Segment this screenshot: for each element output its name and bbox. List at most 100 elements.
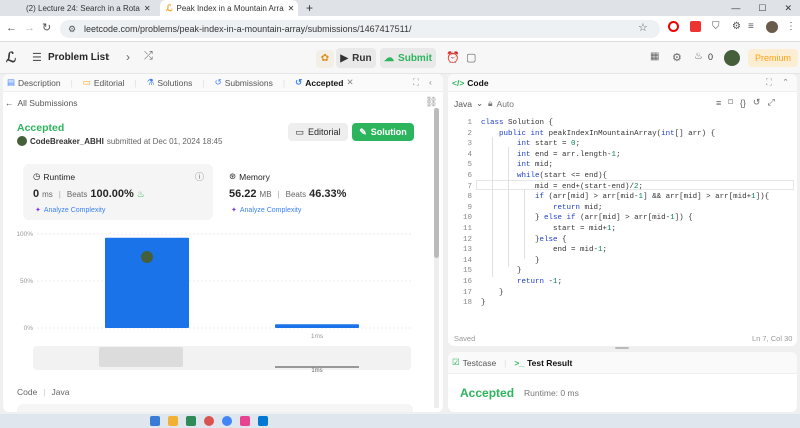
code-line[interactable]: class Solution { bbox=[481, 118, 553, 129]
analyze-complexity-link[interactable]: ✦ Analyze Complexity bbox=[35, 206, 105, 215]
username-link[interactable]: CodeBreaker_ABHI bbox=[30, 137, 104, 146]
tab-editorial[interactable]: ▭ Editorial bbox=[83, 77, 125, 88]
notes-icon[interactable]: ▢ bbox=[466, 51, 476, 64]
code-line[interactable]: return -1; bbox=[481, 277, 562, 288]
analyze-complexity-link[interactable]: ✦ Analyze Complexity bbox=[231, 206, 301, 215]
left-scrollbar-thumb[interactable] bbox=[434, 108, 439, 258]
close-tab-icon[interactable]: ✕ bbox=[346, 77, 353, 88]
taskbar-app-icon[interactable] bbox=[204, 416, 214, 426]
opera-extension-icon[interactable] bbox=[668, 21, 679, 32]
code-line[interactable]: } bbox=[481, 298, 486, 309]
timer-icon[interactable]: ⏰ bbox=[446, 51, 460, 64]
site-info-icon[interactable]: ⚙ bbox=[68, 20, 76, 38]
minimize-icon[interactable]: — bbox=[731, 3, 740, 13]
collapse-panel-icon[interactable]: ⌃ bbox=[782, 77, 789, 88]
shuffle-icon[interactable]: ⤮ bbox=[144, 50, 153, 63]
close-tab-icon[interactable]: ✕ bbox=[144, 4, 151, 13]
close-tab-icon[interactable]: ✕ bbox=[288, 4, 295, 13]
bookmark-icon[interactable]: ⌑ bbox=[728, 97, 733, 108]
taskbar-app-icon[interactable] bbox=[222, 416, 232, 426]
next-problem-icon[interactable]: › bbox=[126, 50, 130, 64]
close-window-icon[interactable]: ✕ bbox=[784, 3, 792, 14]
code-area[interactable]: 1 class Solution {2 public int peakIndexI… bbox=[448, 116, 797, 316]
reset-icon[interactable]: ↺ bbox=[753, 97, 761, 108]
reading-list-icon[interactable]: ≡ bbox=[748, 21, 754, 32]
taskbar-app-icon[interactable] bbox=[150, 416, 160, 426]
editorial-button[interactable]: ▭ Editorial bbox=[288, 123, 348, 141]
run-button[interactable]: ▶ Run bbox=[336, 48, 376, 68]
code-line[interactable]: return mid; bbox=[481, 203, 603, 214]
debug-icon[interactable]: ✿ bbox=[316, 50, 334, 68]
tab-testcase[interactable]: ☑ Testcase bbox=[452, 357, 496, 368]
profile-avatar[interactable] bbox=[766, 21, 778, 33]
taskbar-app-icon[interactable] bbox=[186, 416, 196, 426]
solution-button[interactable]: ✎ Solution bbox=[352, 123, 414, 141]
shield-icon[interactable]: ⛉ bbox=[712, 21, 720, 32]
format-icon[interactable]: ≡ bbox=[716, 98, 721, 108]
code-line[interactable]: start = mid+1; bbox=[481, 224, 616, 235]
code-line[interactable]: }else { bbox=[481, 235, 567, 246]
tab-accepted[interactable]: ↺ Accepted ✕ bbox=[295, 77, 354, 88]
book-icon: ▭ bbox=[295, 126, 304, 137]
code-line[interactable]: int start = 0; bbox=[481, 139, 580, 150]
extension-icon[interactable] bbox=[690, 21, 701, 32]
settings-icon[interactable]: ⚙ bbox=[672, 51, 682, 64]
divider: | bbox=[277, 189, 280, 199]
tab-code[interactable]: </> Code bbox=[452, 78, 489, 88]
code-line[interactable]: if (arr[mid] > arr[mid-1] && arr[mid] > … bbox=[481, 192, 769, 203]
tab-test-result[interactable]: >_ Test Result bbox=[514, 358, 572, 368]
share-link-icon[interactable]: ⛓ bbox=[425, 97, 438, 108]
submit-button[interactable]: ☁ Submit bbox=[380, 48, 436, 68]
forward-icon[interactable]: → bbox=[24, 22, 35, 34]
code-line[interactable]: int mid; bbox=[481, 160, 553, 171]
leetcode-header: ℒ ☰ Problem List ‹ › ⤮ ✿ ▶ Run ☁ Submit … bbox=[0, 42, 800, 74]
tab-description[interactable]: ▤ Description bbox=[7, 77, 61, 88]
layout-icon[interactable]: ▦ bbox=[650, 51, 659, 62]
taskbar-app-icon[interactable] bbox=[240, 416, 250, 426]
leetcode-logo-icon[interactable]: ℒ bbox=[6, 49, 16, 66]
panel-resize-handle[interactable] bbox=[615, 347, 629, 349]
line-number: 8 bbox=[467, 193, 472, 202]
user-avatar[interactable] bbox=[724, 50, 740, 66]
all-submissions-link[interactable]: ← All Submissions bbox=[5, 98, 78, 108]
new-tab-button[interactable]: + bbox=[300, 0, 316, 16]
runtime-card[interactable]: ◷ Runtime ⓘ 0 ms | Beats 100.00% ♨ ✦ Analy… bbox=[23, 164, 213, 220]
language-select[interactable]: Java ⌄ bbox=[454, 98, 483, 109]
menu-icon[interactable]: ⋮ bbox=[786, 21, 796, 32]
os-taskbar bbox=[0, 414, 800, 428]
user-avatar[interactable] bbox=[17, 136, 27, 146]
browser-tab-youtube[interactable]: (2) Lecture 24: Search in a Rota ✕ bbox=[16, 0, 156, 16]
code-line[interactable]: } else if (arr[mid] > arr[mid-1]) { bbox=[481, 213, 693, 224]
autocomplete-mode[interactable]: 🔒︎ Auto bbox=[488, 98, 514, 109]
extensions-icon[interactable]: ⚙ bbox=[732, 21, 741, 32]
url-input[interactable]: ⚙ leetcode.com/problems/peak-index-in-a-… bbox=[60, 20, 660, 38]
collapse-panel-icon[interactable]: ‹ bbox=[429, 77, 432, 87]
code-line[interactable]: while(start <= end){ bbox=[481, 171, 607, 182]
maximize-panel-icon[interactable]: ⛶ bbox=[766, 77, 772, 88]
code-line[interactable]: } bbox=[481, 256, 540, 267]
maximize-panel-icon[interactable]: ⛶ bbox=[413, 77, 419, 88]
left-scrollbar-track[interactable] bbox=[434, 108, 439, 408]
braces-icon[interactable]: {} bbox=[740, 98, 746, 108]
code-line[interactable]: int end = arr.length-1; bbox=[481, 150, 621, 161]
reload-icon[interactable]: ↻ bbox=[42, 21, 51, 34]
problem-list-link[interactable]: Problem List bbox=[48, 52, 109, 63]
tab-solutions[interactable]: ⚗ Solutions bbox=[147, 77, 193, 88]
code-line[interactable]: end = mid-1; bbox=[481, 245, 607, 256]
code-line[interactable]: } bbox=[481, 288, 504, 299]
browser-tab-leetcode[interactable]: ℒ Peak Index in a Mountain Arra ✕ bbox=[160, 0, 298, 16]
code-line[interactable]: mid = end+(start-end)/2; bbox=[481, 182, 643, 193]
code-line[interactable]: public int peakIndexInMountainArray(int[… bbox=[481, 129, 715, 140]
prev-problem-icon[interactable]: ‹ bbox=[106, 50, 110, 64]
tab-submissions[interactable]: ↺ Submissions bbox=[215, 77, 273, 88]
bookmark-star-icon[interactable]: ☆ bbox=[638, 21, 648, 34]
taskbar-app-icon[interactable] bbox=[258, 416, 268, 426]
fullscreen-icon[interactable]: ⤢ bbox=[767, 97, 774, 108]
premium-button[interactable]: Premium bbox=[748, 49, 798, 67]
taskbar-app-icon[interactable] bbox=[168, 416, 178, 426]
back-icon[interactable]: ← bbox=[6, 22, 17, 34]
memory-card[interactable]: ⊛ Memory 56.22 MB | Beats 46.33% ✦ Analyze… bbox=[223, 164, 413, 220]
info-icon[interactable]: ⓘ bbox=[195, 170, 204, 183]
code-line[interactable]: } bbox=[481, 266, 522, 277]
maximize-icon[interactable]: ☐ bbox=[758, 3, 766, 14]
